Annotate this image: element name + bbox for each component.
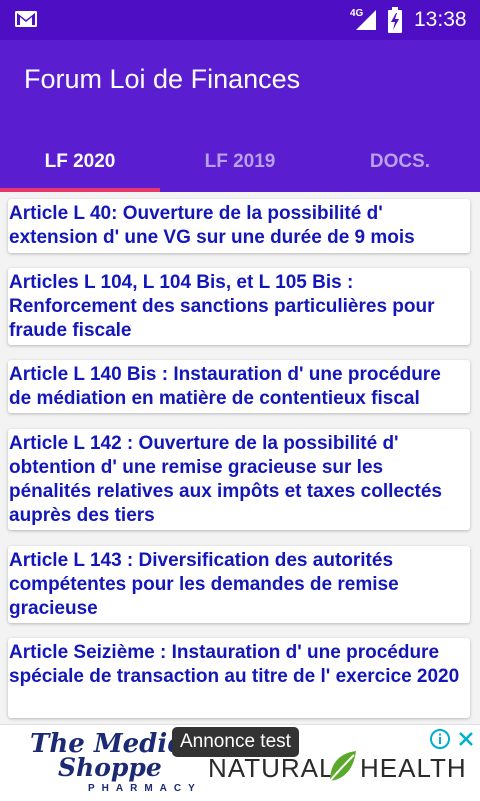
- article-title: Article L 143 : Diversification des auto…: [9, 550, 399, 619]
- tab-docs[interactable]: DOCS.: [320, 132, 480, 192]
- article-card[interactable]: Article L 142 : Ouverture de la possibil…: [8, 429, 470, 530]
- article-card[interactable]: Article L 140 Bis : Instauration d' une …: [8, 360, 470, 413]
- ad-health-text: HEALTH: [360, 753, 467, 783]
- leaf-icon: [329, 751, 356, 782]
- tab-label: LF 2019: [204, 151, 276, 172]
- article-title: Article L 40: Ouverture de la possibilit…: [9, 203, 415, 248]
- article-title: Articles L 104, L 104 Bis, et L 105 Bis …: [9, 272, 435, 341]
- article-title: Article L 142 : Ouverture de la possibil…: [9, 433, 442, 526]
- ad-brand-name-line2: Shoppe: [58, 753, 162, 782]
- article-card[interactable]: Articles L 104, L 104 Bis, et L 105 Bis …: [8, 268, 470, 345]
- ad-natural-text: NATURAL: [208, 753, 335, 783]
- signal-icon: [356, 10, 376, 30]
- tab-lf-2020[interactable]: LF 2020: [0, 132, 160, 192]
- article-card[interactable]: Article Seizième : Instauration d' une p…: [8, 638, 470, 718]
- status-clock: 13:38: [414, 8, 467, 31]
- ad-banner[interactable]: The Medicine Shoppe PHARMACY Annonce tes…: [0, 724, 480, 801]
- gmail-icon: [15, 11, 37, 27]
- tab-bar: LF 2020 LF 2019 DOCS.: [0, 132, 480, 192]
- article-title: Article Seizième : Instauration d' une p…: [9, 642, 460, 687]
- app-bar: Forum Loi de Finances LF 2020 LF 2019 DO…: [0, 40, 480, 192]
- ad-info-icon[interactable]: [430, 729, 450, 749]
- article-list: Article L 40: Ouverture de la possibilit…: [0, 192, 480, 724]
- tab-lf-2019[interactable]: LF 2019: [160, 132, 320, 192]
- tab-label: DOCS.: [369, 151, 431, 172]
- ad-brand-subtitle: PHARMACY: [88, 783, 202, 794]
- article-title: Article L 140 Bis : Instauration d' une …: [9, 364, 441, 409]
- app-title: Forum Loi de Finances: [24, 64, 301, 94]
- status-bar: 4G 13:38: [0, 0, 480, 40]
- ad-close-icon[interactable]: [458, 731, 474, 747]
- tab-label: LF 2020: [44, 151, 116, 172]
- article-card[interactable]: Article L 40: Ouverture de la possibilit…: [8, 199, 470, 253]
- battery-charging-icon: [388, 7, 402, 33]
- article-card[interactable]: Article L 143 : Diversification des auto…: [8, 546, 470, 623]
